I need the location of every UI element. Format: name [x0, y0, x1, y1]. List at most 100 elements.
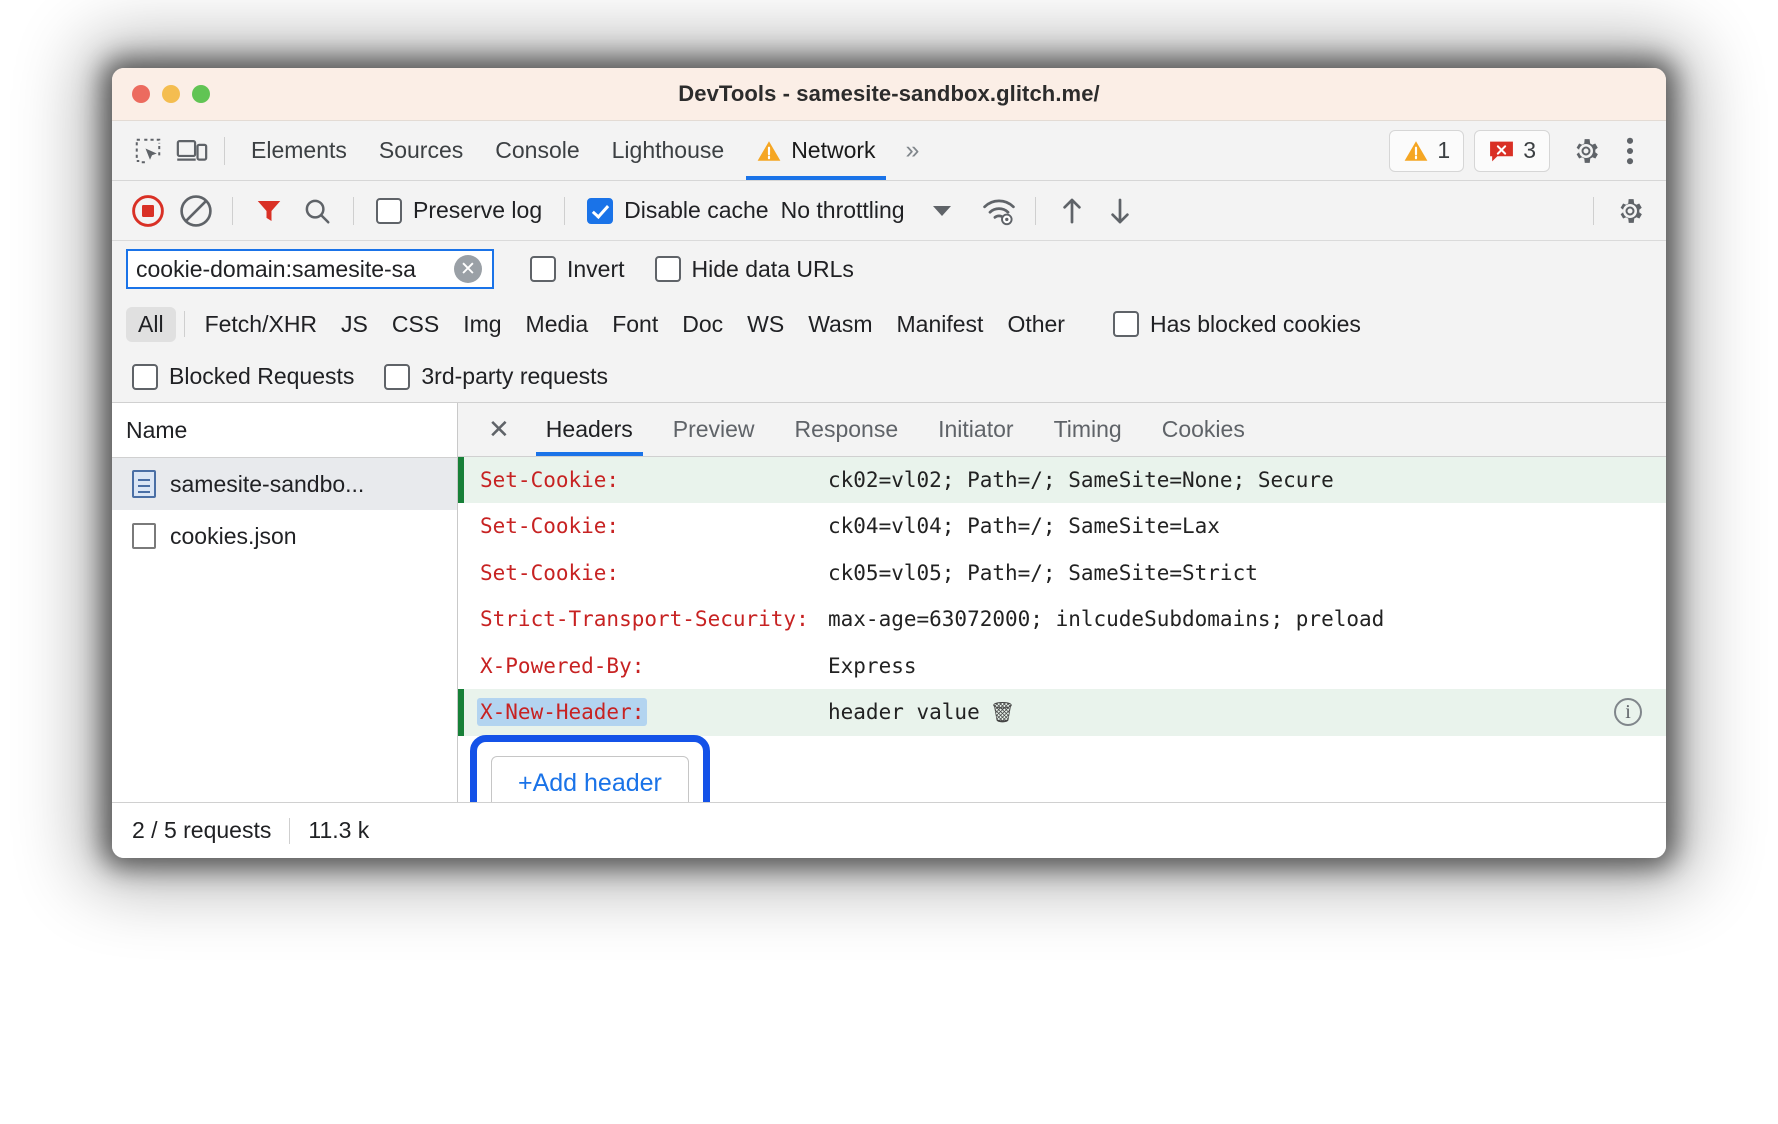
throttling-select[interactable]: No throttling: [781, 197, 951, 224]
type-filter-manifest[interactable]: Manifest: [885, 307, 996, 342]
add-header-button[interactable]: +Add header: [491, 756, 689, 802]
zoom-button[interactable]: [192, 85, 210, 103]
type-filter-ws[interactable]: WS: [735, 307, 796, 342]
wifi-settings-icon[interactable]: [977, 191, 1021, 231]
filter-input[interactable]: cookie-domain:samesite-sa ✕: [126, 249, 494, 289]
requests-list-pane: Name samesite-sandbo... cookies.json: [112, 403, 458, 802]
warnings-badge[interactable]: 1: [1389, 130, 1464, 172]
record-stop-icon[interactable]: [126, 191, 170, 231]
override-indicator-bar: [458, 689, 464, 735]
header-row-new[interactable]: X-New-Header: header value🗑 i: [458, 689, 1666, 735]
header-row[interactable]: Set-Cookie: ck05=vl05; Path=/; SameSite=…: [458, 550, 1666, 596]
blocked-requests-checkbox[interactable]: [132, 364, 158, 390]
header-name[interactable]: Strict-Transport-Security:: [458, 604, 828, 634]
has-blocked-cookies-label: Has blocked cookies: [1150, 311, 1361, 338]
header-value-editable[interactable]: header value🗑: [828, 697, 1666, 727]
tab-headers[interactable]: Headers: [526, 403, 653, 456]
request-details-pane: ✕ Headers Preview Response Initiator Tim…: [458, 403, 1666, 802]
network-split-view: Name samesite-sandbo... cookies.json ✕: [112, 403, 1666, 802]
type-filter-img[interactable]: Img: [451, 307, 513, 342]
has-blocked-cookies-checkbox-row[interactable]: Has blocked cookies: [1105, 311, 1369, 338]
header-row[interactable]: Strict-Transport-Security: max-age=63072…: [458, 596, 1666, 642]
chevron-down-icon: [933, 206, 951, 216]
tab-network[interactable]: Network: [740, 122, 891, 180]
preserve-log-checkbox[interactable]: [376, 198, 402, 224]
header-row[interactable]: Set-Cookie: ck02=vl02; Path=/; SameSite=…: [458, 457, 1666, 503]
header-row[interactable]: Set-Cookie: ck04=vl04; Path=/; SameSite=…: [458, 503, 1666, 549]
hide-data-urls-checkbox-row[interactable]: Hide data URLs: [647, 256, 862, 283]
third-party-requests-checkbox[interactable]: [384, 364, 410, 390]
device-toolbar-icon[interactable]: [170, 131, 214, 171]
clear-network-log-icon[interactable]: [174, 191, 218, 231]
header-name[interactable]: Set-Cookie:: [458, 511, 828, 541]
filter-funnel-icon[interactable]: [247, 191, 291, 231]
type-filter-all[interactable]: All: [126, 307, 176, 342]
type-filter-js[interactable]: JS: [329, 307, 380, 342]
type-filter-css[interactable]: CSS: [380, 307, 451, 342]
close-button[interactable]: [132, 85, 150, 103]
tab-sources[interactable]: Sources: [363, 122, 479, 180]
hide-data-urls-label: Hide data URLs: [692, 256, 854, 283]
request-name: cookies.json: [170, 523, 297, 550]
tab-cookies[interactable]: Cookies: [1142, 403, 1265, 456]
errors-badge[interactable]: 3: [1474, 130, 1550, 172]
inspect-element-icon[interactable]: [126, 131, 170, 171]
blocked-requests-checkbox-row[interactable]: Blocked Requests: [132, 363, 354, 390]
header-value[interactable]: max-age=63072000; inlcudeSubdomains; pre…: [828, 604, 1666, 634]
header-name-editable[interactable]: X-New-Header:: [458, 697, 828, 727]
warning-triangle-icon: [1403, 139, 1429, 163]
header-name[interactable]: Set-Cookie:: [458, 465, 828, 495]
disable-cache-checkbox[interactable]: [587, 198, 613, 224]
toolbar-divider-5: [1593, 197, 1594, 225]
disable-cache-checkbox-row[interactable]: Disable cache: [579, 197, 776, 224]
upload-har-icon[interactable]: [1050, 191, 1094, 231]
has-blocked-cookies-checkbox[interactable]: [1113, 311, 1139, 337]
tab-console[interactable]: Console: [479, 122, 595, 180]
close-icon[interactable]: ✕: [472, 414, 526, 445]
network-settings-gear-icon[interactable]: [1608, 191, 1652, 231]
kebab-menu-icon[interactable]: [1608, 131, 1652, 171]
minimize-button[interactable]: [162, 85, 180, 103]
add-header-callout: +Add header: [470, 735, 710, 802]
preserve-log-checkbox-row[interactable]: Preserve log: [368, 197, 550, 224]
header-value[interactable]: Express: [828, 651, 1666, 681]
preserve-log-label: Preserve log: [413, 197, 542, 224]
tab-lighthouse-label: Lighthouse: [612, 137, 725, 164]
header-name[interactable]: X-Powered-By:: [458, 651, 828, 681]
tab-timing[interactable]: Timing: [1034, 403, 1142, 456]
clear-filter-icon[interactable]: ✕: [454, 255, 482, 283]
third-party-requests-checkbox-row[interactable]: 3rd-party requests: [384, 363, 608, 390]
tab-preview[interactable]: Preview: [653, 403, 775, 456]
header-row[interactable]: X-Powered-By: Express: [458, 643, 1666, 689]
tab-initiator[interactable]: Initiator: [918, 403, 1033, 456]
info-icon[interactable]: i: [1614, 698, 1642, 726]
header-name[interactable]: Set-Cookie:: [458, 558, 828, 588]
type-filter-font[interactable]: Font: [600, 307, 670, 342]
search-icon[interactable]: [295, 191, 339, 231]
tab-lighthouse[interactable]: Lighthouse: [596, 122, 741, 180]
type-filter-media[interactable]: Media: [514, 307, 601, 342]
gear-icon[interactable]: [1564, 131, 1608, 171]
invert-checkbox[interactable]: [530, 256, 556, 282]
header-value[interactable]: ck05=vl05; Path=/; SameSite=Strict: [828, 558, 1666, 588]
type-filter-fetch-xhr[interactable]: Fetch/XHR: [193, 307, 329, 342]
tab-elements-label: Elements: [251, 137, 347, 164]
invert-label: Invert: [567, 256, 625, 283]
tabbar-divider: [224, 137, 225, 165]
tab-elements[interactable]: Elements: [235, 122, 363, 180]
more-tabs-button[interactable]: »: [892, 136, 931, 165]
header-value[interactable]: ck02=vl02; Path=/; SameSite=None; Secure: [828, 465, 1666, 495]
hide-data-urls-checkbox[interactable]: [655, 256, 681, 282]
type-filter-wasm[interactable]: Wasm: [796, 307, 884, 342]
trash-icon[interactable]: 🗑: [990, 698, 1015, 727]
header-value[interactable]: ck04=vl04; Path=/; SameSite=Lax: [828, 511, 1666, 541]
requests-column-header-name[interactable]: Name: [112, 403, 457, 458]
type-filter-doc[interactable]: Doc: [670, 307, 735, 342]
type-filter-other[interactable]: Other: [995, 307, 1077, 342]
request-row-json[interactable]: cookies.json: [112, 510, 457, 562]
invert-checkbox-row[interactable]: Invert: [522, 256, 633, 283]
tab-network-label: Network: [791, 137, 875, 164]
request-row-document[interactable]: samesite-sandbo...: [112, 458, 457, 510]
download-har-icon[interactable]: [1098, 191, 1142, 231]
tab-response[interactable]: Response: [775, 403, 919, 456]
